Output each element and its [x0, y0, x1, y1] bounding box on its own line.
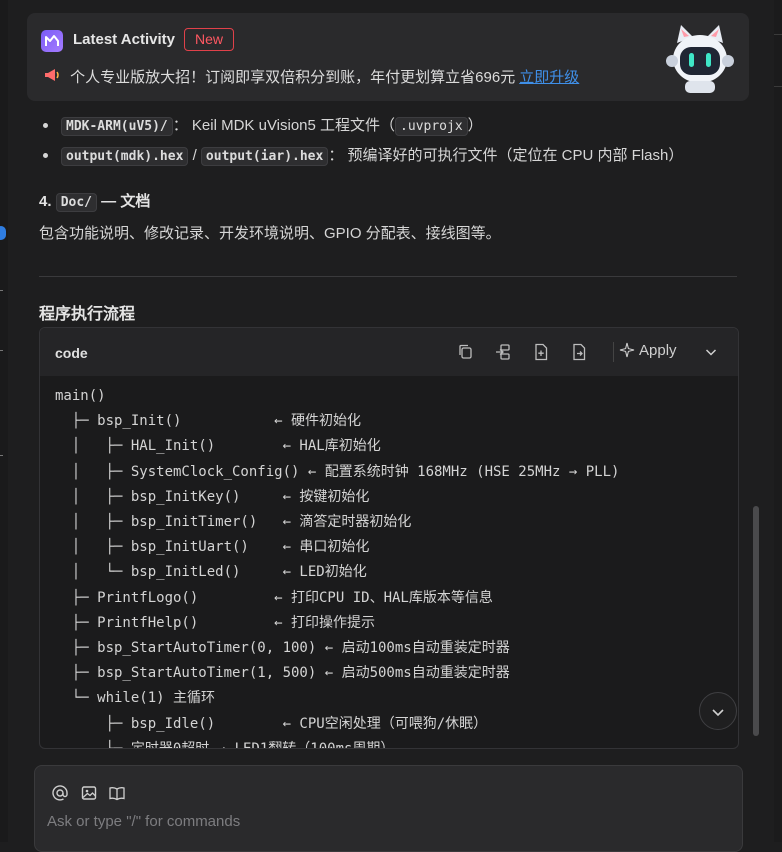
code-line: ├─ bsp_StartAutoTimer(1, 500) ← 启动500ms自… [55, 665, 510, 682]
right-panel-line [774, 86, 782, 87]
apply-button[interactable]: Apply [619, 342, 677, 362]
section-title: — 文档 [97, 193, 151, 210]
latest-activity-banner[interactable]: Latest Activity New 个人专业版放大招！订阅即享双倍积分到账，… [27, 13, 749, 101]
code-line: ├─ bsp_StartAutoTimer(0, 100) ← 启动100ms自… [55, 640, 510, 657]
robot-mascot-icon [663, 21, 737, 95]
list-item-text: ） [467, 117, 483, 134]
list-item: MDK-ARM(uV5)/： Keil MDK uVision5 工程文件（ .u… [43, 114, 483, 136]
section-number: 4. [39, 193, 56, 210]
code-language-label: code [55, 345, 88, 361]
toolbar-divider [613, 342, 614, 362]
banner-title: Latest Activity [73, 31, 175, 48]
code-block: code Apply main() ├─ bsp_Init() ← 硬件初始化 … [39, 327, 739, 749]
upgrade-link[interactable]: 立即升级 [519, 69, 579, 86]
new-file-icon[interactable] [531, 342, 551, 362]
code-line: ├─ 定时器0超时 → LED1翻转（100ms周期） [55, 740, 395, 749]
chevron-down-icon[interactable] [702, 343, 720, 365]
inline-code: MDK-ARM(uV5)/ [61, 117, 173, 136]
inline-code: output(iar).hex [200, 147, 329, 166]
right-panel-line [774, 34, 782, 35]
code-line: │ ├─ bsp_InitKey() ← 按键初始化 [55, 488, 370, 505]
code-line: │ └─ bsp_InitLed() ← LED初始化 [55, 564, 367, 581]
code-text[interactable]: main() ├─ bsp_Init() ← 硬件初始化 │ ├─ HAL_In… [55, 384, 620, 749]
left-panel-tick [0, 290, 3, 291]
banner-message: 个人专业版放大招！订阅即享双倍积分到账，年付更划算立省696元 [70, 69, 516, 86]
divider [39, 276, 737, 277]
banner-message-row: 个人专业版放大招！订阅即享双倍积分到账，年付更划算立省696元 立即升级 [44, 66, 579, 87]
copy-icon[interactable] [456, 342, 476, 362]
left-panel-tick [0, 350, 3, 351]
code-line: ├─ PrintfHelp() ← 打印操作提示 [55, 614, 376, 631]
at-mention-icon[interactable] [51, 784, 69, 802]
code-line: │ ├─ HAL_Init() ← HAL库初始化 [55, 438, 381, 455]
code-line: └─ while(1) 主循环 [55, 690, 216, 707]
left-panel-tick [0, 455, 3, 456]
section-paragraph: 包含功能说明、修改记录、开发环境说明、GPIO 分配表、接线图等。 [39, 225, 501, 242]
export-file-icon[interactable] [569, 342, 589, 362]
left-panel-indicator[interactable] [0, 226, 6, 240]
inline-code: output(mdk).hex [61, 147, 189, 166]
megaphone-icon [44, 69, 64, 86]
code-line: │ ├─ bsp_InitUart() ← 串口初始化 [55, 539, 370, 556]
chat-input[interactable] [45, 808, 729, 834]
apply-label: Apply [639, 342, 677, 359]
code-line: ├─ bsp_Idle() ← CPU空闲处理（可喂狗/休眠） [55, 715, 488, 732]
scroll-to-bottom-button[interactable] [699, 692, 737, 730]
code-block-header: code Apply [40, 328, 738, 376]
image-icon[interactable] [80, 784, 98, 802]
inline-code: Doc/ [55, 193, 97, 212]
code-line: main() [55, 388, 106, 404]
right-panel-edge [774, 0, 782, 842]
left-panel-edge [0, 0, 8, 842]
insert-icon[interactable] [493, 342, 513, 362]
list-item-text: ： Keil MDK uVision5 工程文件（ [172, 117, 396, 134]
new-badge: New [184, 28, 235, 51]
code-line: ├─ bsp_Init() ← 硬件初始化 [55, 413, 362, 430]
code-line: │ ├─ SystemClock_Config() ← 配置系统时钟 168MH… [55, 463, 620, 480]
code-line: ├─ PrintfLogo() ← 打印CPU ID、HAL库版本等信息 [55, 589, 493, 606]
chat-input-box[interactable] [34, 765, 743, 852]
flow-heading: 程序执行流程 [39, 306, 136, 323]
list-item: output(mdk).hex / output(iar).hex： 预编译好的… [43, 144, 684, 166]
inline-code: .uvprojx [395, 117, 468, 136]
list-item-separator: / [188, 147, 201, 164]
chevron-down-icon [712, 709, 724, 717]
section-heading: 4. Doc/ — 文档 [39, 190, 151, 212]
book-icon[interactable] [108, 784, 126, 802]
scrollbar-thumb[interactable] [753, 506, 759, 736]
app-logo-icon [41, 30, 63, 52]
list-item-text: ： 预编译好的可执行文件（定位在 CPU 内部 Flash） [328, 147, 684, 164]
sparkle-icon [619, 342, 635, 358]
code-line: │ ├─ bsp_InitTimer() ← 滴答定时器初始化 [55, 514, 412, 531]
